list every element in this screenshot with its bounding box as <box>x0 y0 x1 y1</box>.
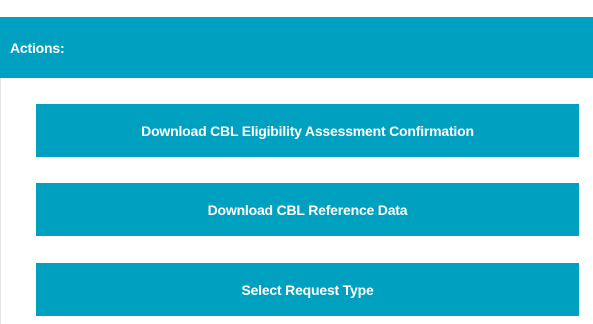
actions-panel: Actions: Download CBL Eligibility Assess… <box>0 17 593 324</box>
select-request-type-button[interactable]: Select Request Type <box>36 263 579 316</box>
panel-title: Actions: <box>10 39 65 56</box>
download-eligibility-confirmation-button[interactable]: Download CBL Eligibility Assessment Conf… <box>36 104 579 157</box>
actions-panel-header: Actions: <box>0 17 593 78</box>
download-reference-data-button[interactable]: Download CBL Reference Data <box>36 183 579 236</box>
